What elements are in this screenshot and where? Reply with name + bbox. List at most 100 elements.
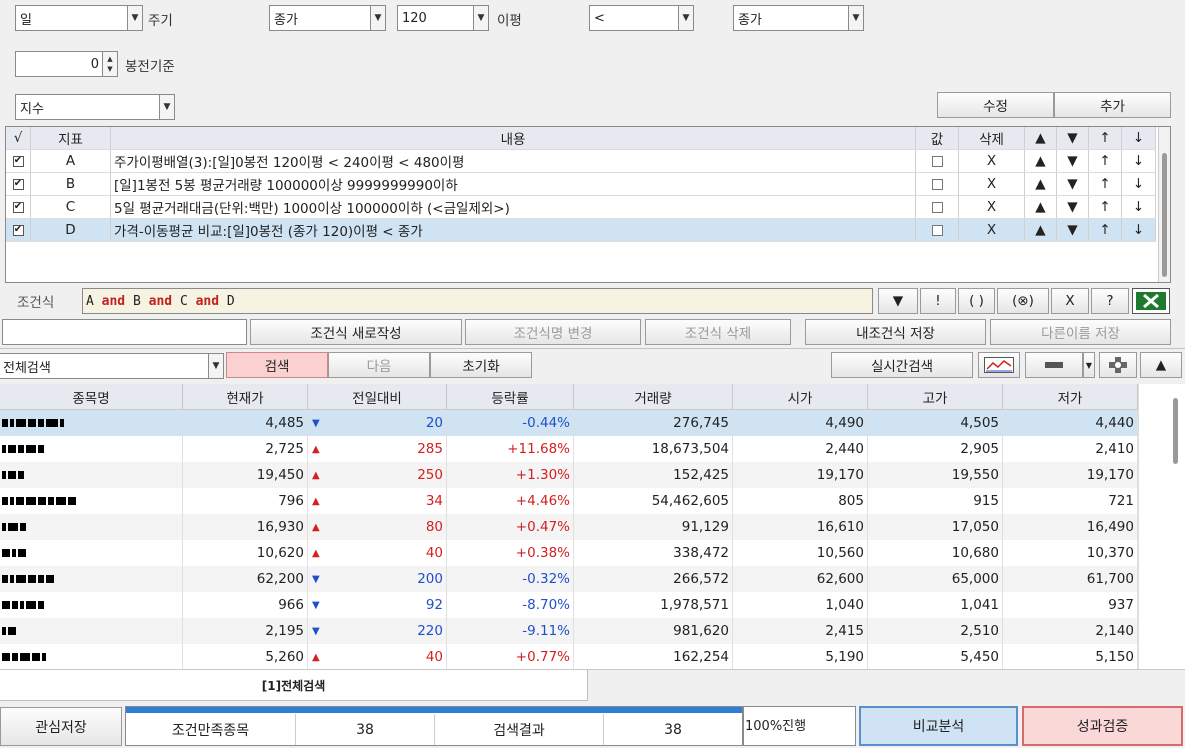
ma-period-select[interactable]: 120 ▼ — [397, 5, 489, 31]
row-move-up-button[interactable]: ↑ — [1089, 219, 1122, 241]
row-move-down-button[interactable]: ↓ — [1122, 173, 1156, 195]
save-as-button[interactable]: 다른이름 저장 — [990, 319, 1171, 345]
row-value-checkbox[interactable] — [916, 173, 959, 195]
operator-select[interactable]: < ▼ — [589, 5, 694, 31]
delete-condition-button[interactable]: 조건식 삭제 — [645, 319, 791, 345]
results-scrollbar[interactable] — [1138, 384, 1185, 669]
check-icon[interactable]: ✔ — [12, 201, 24, 213]
rename-condition-button[interactable]: 조건식명 변경 — [465, 319, 641, 345]
minus-icon[interactable] — [1025, 352, 1083, 378]
row-delete-button[interactable]: X — [959, 196, 1025, 218]
row-down-button[interactable]: ▼ — [1057, 150, 1089, 172]
formula-tool-button[interactable]: ? — [1091, 288, 1129, 314]
formula-tool-button[interactable]: (⊗) — [997, 288, 1049, 314]
row-delete-button[interactable]: X — [959, 150, 1025, 172]
save-condition-button[interactable]: 내조건식 저장 — [805, 319, 986, 345]
table-row[interactable]: 16,930 ▲ 80 +0.47% 91,129 16,610 17,050 16,490 — [0, 514, 1138, 540]
chevron-down-icon[interactable]: ▼ — [127, 6, 142, 30]
row-checkbox[interactable]: ✔ — [6, 196, 31, 218]
row-move-down-button[interactable]: ↓ — [1122, 196, 1156, 218]
table-row[interactable]: 966 ▼ 92 -8.70% 1,978,571 1,040 1,041 937 — [0, 592, 1138, 618]
check-icon[interactable]: ✔ — [12, 155, 24, 167]
scroll-thumb[interactable] — [1162, 153, 1167, 277]
row-value-checkbox[interactable] — [916, 196, 959, 218]
condition-row[interactable]: ✔ C 5일 평균거래대금(단위:백만) 1000이상 100000이하 (<금일제… — [6, 196, 1156, 219]
formula-tool-button[interactable]: ▼ — [878, 288, 918, 314]
formula-tool-button[interactable]: ! — [920, 288, 956, 314]
condition-row[interactable]: ✔ D 가격-이동평균 비교:[일]0봉전 (종가 120)이평 < 종가 X ▲ ▼ ↑ ↓ — [6, 219, 1156, 242]
row-checkbox[interactable]: ✔ — [6, 173, 31, 195]
row-move-up-button[interactable]: ↑ — [1089, 150, 1122, 172]
row-down-button[interactable]: ▼ — [1057, 219, 1089, 241]
row-checkbox[interactable]: ✔ — [6, 150, 31, 172]
gear-icon[interactable] — [1099, 352, 1137, 378]
row-up-button[interactable]: ▲ — [1025, 196, 1057, 218]
collapse-button[interactable]: ▲ — [1140, 352, 1182, 378]
checkbox-icon[interactable] — [931, 178, 943, 190]
chart-icon[interactable] — [978, 352, 1020, 378]
formula-input[interactable]: A and B and C and D — [82, 288, 873, 314]
checkbox-icon[interactable] — [931, 224, 943, 236]
row-up-button[interactable]: ▲ — [1025, 150, 1057, 172]
excel-icon[interactable] — [1132, 288, 1170, 314]
index-type-select[interactable]: 지수 ▼ — [15, 94, 175, 120]
condition-row[interactable]: ✔ B [일]1봉전 5봉 평균거래량 100000이상 9999999990이하 X… — [6, 173, 1156, 196]
table-row[interactable]: 796 ▲ 34 +4.46% 54,462,605 805 915 721 — [0, 488, 1138, 514]
compare-type-select[interactable]: 종가 ▼ — [733, 5, 864, 31]
compare-button[interactable]: 비교분석 — [859, 706, 1018, 746]
table-row[interactable]: 5,260 ▲ 40 +0.77% 162,254 5,190 5,450 5,150 — [0, 644, 1138, 669]
row-delete-button[interactable]: X — [959, 173, 1025, 195]
reset-button[interactable]: 초기화 — [430, 352, 532, 378]
row-checkbox[interactable]: ✔ — [6, 219, 31, 241]
row-move-down-button[interactable]: ↓ — [1122, 219, 1156, 241]
next-button[interactable]: 다음 — [328, 352, 430, 378]
row-value-checkbox[interactable] — [916, 219, 959, 241]
condition-scrollbar[interactable] — [1158, 127, 1170, 282]
row-down-button[interactable]: ▼ — [1057, 173, 1089, 195]
add-button[interactable]: 추가 — [1054, 92, 1171, 118]
table-row[interactable]: 2,725 ▲ 285 +11.68% 18,673,504 2,440 2,905 2,41… — [0, 436, 1138, 462]
watch-save-button[interactable]: 관심저장 — [0, 707, 122, 746]
price-type-select[interactable]: 종가 ▼ — [269, 5, 386, 31]
condition-name-input[interactable] — [2, 319, 247, 345]
row-delete-button[interactable]: X — [959, 219, 1025, 241]
table-row[interactable]: 2,195 ▼ 220 -9.11% 981,620 2,415 2,510 2,140 — [0, 618, 1138, 644]
checkbox-icon[interactable] — [931, 155, 943, 167]
new-condition-button[interactable]: 조건식 새로작성 — [250, 319, 462, 345]
search-button[interactable]: 검색 — [226, 352, 328, 378]
bong-stepper[interactable]: 0 ▲ ▼ — [15, 51, 118, 77]
search-scope-select[interactable]: 전체검색 ▼ — [0, 353, 224, 379]
period-select[interactable]: 일 ▼ — [15, 5, 143, 31]
check-icon[interactable]: ✔ — [12, 178, 24, 190]
chevron-down-icon[interactable]: ▼ — [159, 95, 174, 119]
verify-button[interactable]: 성과검증 — [1022, 706, 1183, 746]
check-icon[interactable]: ✔ — [12, 224, 24, 236]
table-row[interactable]: 19,450 ▲ 250 +1.30% 152,425 19,170 19,550 19,17… — [0, 462, 1138, 488]
spin-icon[interactable]: ▲ ▼ — [102, 52, 117, 76]
formula-tool-button[interactable]: X — [1051, 288, 1089, 314]
condition-row[interactable]: ✔ A 주가이평배열(3):[일]0봉전 120이평 < 240이평 < 480이평… — [6, 150, 1156, 173]
row-value-checkbox[interactable] — [916, 150, 959, 172]
row-move-up-button[interactable]: ↑ — [1089, 173, 1122, 195]
scroll-thumb[interactable] — [1173, 398, 1178, 464]
row-move-up-button[interactable]: ↑ — [1089, 196, 1122, 218]
row-down-button[interactable]: ▼ — [1057, 196, 1089, 218]
formula-tool-button[interactable]: ( ) — [958, 288, 995, 314]
chevron-down-icon[interactable]: ▼ — [678, 6, 693, 30]
formula-operator: and — [93, 293, 133, 309]
row-move-down-button[interactable]: ↓ — [1122, 150, 1156, 172]
chevron-down-icon[interactable]: ▼ — [370, 6, 385, 30]
realtime-search-button[interactable]: 실시간검색 — [831, 352, 973, 378]
row-up-button[interactable]: ▲ — [1025, 173, 1057, 195]
chevron-down-icon[interactable]: ▼ — [208, 354, 223, 378]
edit-button[interactable]: 수정 — [937, 92, 1054, 118]
tab-full-search[interactable]: [1]전체검색 — [0, 670, 588, 701]
row-up-button[interactable]: ▲ — [1025, 219, 1057, 241]
checkbox-icon[interactable] — [931, 201, 943, 213]
table-row[interactable]: 10,620 ▲ 40 +0.38% 338,472 10,560 10,680 10,370 — [0, 540, 1138, 566]
chevron-down-icon[interactable]: ▼ — [473, 6, 488, 30]
table-row[interactable]: 4,485 ▼ 20 -0.44% 276,745 4,490 4,505 4,440 — [0, 410, 1138, 436]
chevron-down-icon[interactable]: ▼ — [1083, 352, 1095, 378]
table-row[interactable]: 62,200 ▼ 200 -0.32% 266,572 62,600 65,000 61,70… — [0, 566, 1138, 592]
chevron-down-icon[interactable]: ▼ — [848, 6, 863, 30]
